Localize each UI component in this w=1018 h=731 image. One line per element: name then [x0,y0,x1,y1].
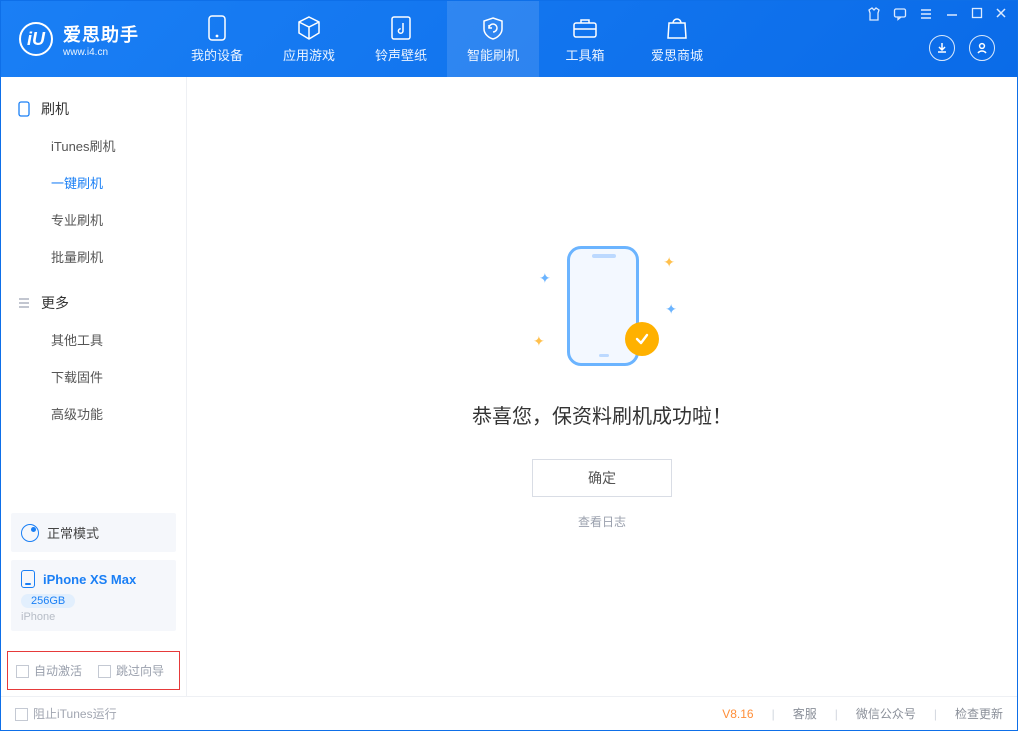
wechat-link[interactable]: 微信公众号 [856,705,916,722]
sparkle-icon: ✦ [663,254,675,271]
version-label: V8.16 [722,707,753,721]
sidebar-group-flash: 刷机 [1,91,186,127]
close-button[interactable] [995,7,1007,24]
tab-label: 爱思商城 [651,45,703,64]
logo-icon: iU [19,22,53,56]
list-icon [17,296,31,310]
support-link[interactable]: 客服 [793,705,817,722]
device-phone-icon [21,570,35,588]
device-title: iPhone XS Max [21,570,166,588]
sidebar-group-more: 更多 [1,285,186,321]
sidebar-item-download-firmware[interactable]: 下载固件 [1,358,186,395]
tab-toolbox[interactable]: 工具箱 [539,1,631,77]
shopping-bag-icon [664,15,690,41]
download-button[interactable] [929,35,955,61]
tab-smart-flash[interactable]: 智能刷机 [447,1,539,77]
checkbox-icon[interactable] [98,665,111,678]
menu-icon[interactable] [919,7,933,24]
top-tabs: 我的设备 应用游戏 铃声壁纸 智能刷机 [171,1,723,77]
app-site: www.i4.cn [63,47,139,58]
music-file-icon [388,15,414,41]
minimize-button[interactable] [945,7,959,24]
mode-label: 正常模式 [47,523,99,542]
block-itunes-label: 阻止iTunes运行 [33,707,117,721]
shirt-icon[interactable] [867,7,881,24]
tab-label: 我的设备 [191,45,243,64]
success-illustration: ✦ ✦ ✦ ✦ [527,244,677,374]
footer: 阻止iTunes运行 V8.16 | 客服 | 微信公众号 | 检查更新 [1,696,1017,730]
user-button[interactable] [969,35,995,61]
phone-flash-icon [17,102,31,116]
checkbox-icon[interactable] [15,708,28,721]
refresh-shield-icon [480,15,506,41]
device-capacity: 256GB [21,594,75,608]
mode-normal-icon [21,524,39,542]
mode-row[interactable]: 正常模式 [11,513,176,552]
header: iU 爱思助手 www.i4.cn 我的设备 应用游戏 [1,1,1017,77]
sidebar-scroll: 刷机 iTunes刷机 一键刷机 专业刷机 批量刷机 更多 其他工具 下载固件 … [1,77,186,505]
confirm-button[interactable]: 确定 [532,459,672,497]
result-text: 恭喜您，保资料刷机成功啦！ [472,400,732,429]
logo-text: 爱思助手 www.i4.cn [63,21,139,58]
sidebar-item-advanced[interactable]: 高级功能 [1,395,186,432]
sparkle-icon: ✦ [533,333,545,350]
device-name: iPhone XS Max [43,572,136,587]
check-badge-icon [625,322,659,356]
window-controls [867,7,1007,24]
block-itunes-option[interactable]: 阻止iTunes运行 [15,705,117,722]
sidebar-bottom: 正常模式 iPhone XS Max 256GB iPhone [1,505,186,641]
sidebar-item-oneclick-flash[interactable]: 一键刷机 [1,164,186,201]
view-log-link[interactable]: 查看日志 [578,513,626,530]
main-content: ✦ ✦ ✦ ✦ 恭喜您，保资料刷机成功啦！ 确定 查看日志 [187,77,1017,696]
cube-icon [296,15,322,41]
tab-label: 应用游戏 [283,45,335,64]
auto-activate-option[interactable]: 自动激活 [16,662,82,679]
tab-apps-games[interactable]: 应用游戏 [263,1,355,77]
app-window: iU 爱思助手 www.i4.cn 我的设备 应用游戏 [0,0,1018,731]
feedback-icon[interactable] [893,7,907,24]
device-type: iPhone [21,611,166,623]
tab-label: 铃声壁纸 [375,45,427,64]
skip-guide-option[interactable]: 跳过向导 [98,662,164,679]
tab-store[interactable]: 爱思商城 [631,1,723,77]
auto-activate-label: 自动激活 [34,664,82,678]
device-row[interactable]: iPhone XS Max 256GB iPhone [11,560,176,631]
body: 刷机 iTunes刷机 一键刷机 专业刷机 批量刷机 更多 其他工具 下载固件 … [1,77,1017,696]
device-icon [204,15,230,41]
maximize-button[interactable] [971,7,983,24]
tab-label: 智能刷机 [467,45,519,64]
app-title: 爱思助手 [63,21,139,47]
sidebar-item-other-tools[interactable]: 其他工具 [1,321,186,358]
separator: | [772,707,775,721]
checkbox-icon[interactable] [16,665,29,678]
sparkle-icon: ✦ [539,270,551,287]
tab-my-device[interactable]: 我的设备 [171,1,263,77]
sidebar-group-label: 更多 [41,293,69,313]
check-update-link[interactable]: 检查更新 [955,705,1003,722]
logo: iU 爱思助手 www.i4.cn [1,1,171,77]
tab-ringtone-wallpaper[interactable]: 铃声壁纸 [355,1,447,77]
sidebar-item-pro-flash[interactable]: 专业刷机 [1,201,186,238]
skip-guide-label: 跳过向导 [116,664,164,678]
sidebar-item-batch-flash[interactable]: 批量刷机 [1,238,186,275]
sidebar: 刷机 iTunes刷机 一键刷机 专业刷机 批量刷机 更多 其他工具 下载固件 … [1,77,187,696]
sidebar-group-label: 刷机 [41,99,69,119]
highlighted-options: 自动激活 跳过向导 [7,651,180,690]
tab-label: 工具箱 [565,45,604,64]
separator: | [934,707,937,721]
briefcase-icon [572,15,598,41]
sidebar-item-itunes-flash[interactable]: iTunes刷机 [1,127,186,164]
sparkle-icon: ✦ [665,301,677,318]
separator: | [835,707,838,721]
